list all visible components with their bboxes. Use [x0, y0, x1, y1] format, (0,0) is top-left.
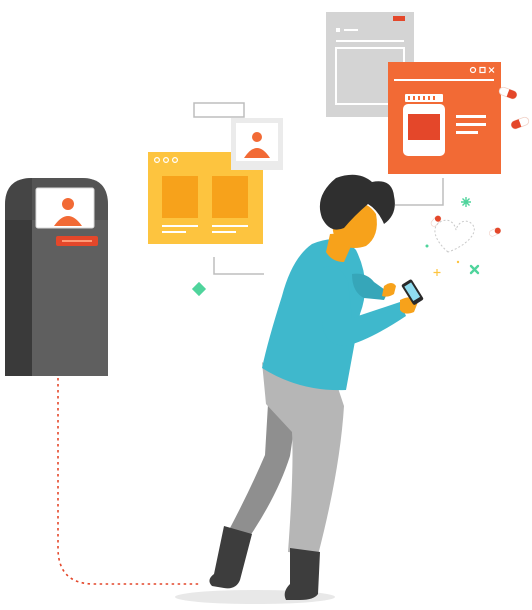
connector-line: [213, 257, 264, 275]
pill-icon: [430, 215, 442, 227]
sparkle-icon: [433, 269, 441, 276]
heart-outline: [434, 219, 475, 253]
pill-icon: [488, 227, 502, 237]
photo-card: [231, 118, 283, 170]
sparkle-icon: [461, 197, 471, 207]
label-outline: [193, 102, 245, 118]
sparkle-icon: [469, 264, 480, 275]
sparkle-icon: [191, 281, 207, 297]
sparkle-icon: [425, 244, 429, 248]
dotted-connection-line: [57, 378, 200, 585]
pill-icon: [498, 86, 518, 100]
pill-icon: [510, 116, 530, 130]
sparkle-icon: [456, 260, 460, 264]
connector-line: [395, 178, 444, 206]
browser-window-orange: [388, 62, 501, 174]
illustration: [5, 12, 530, 604]
kiosk-icon: [5, 178, 108, 376]
